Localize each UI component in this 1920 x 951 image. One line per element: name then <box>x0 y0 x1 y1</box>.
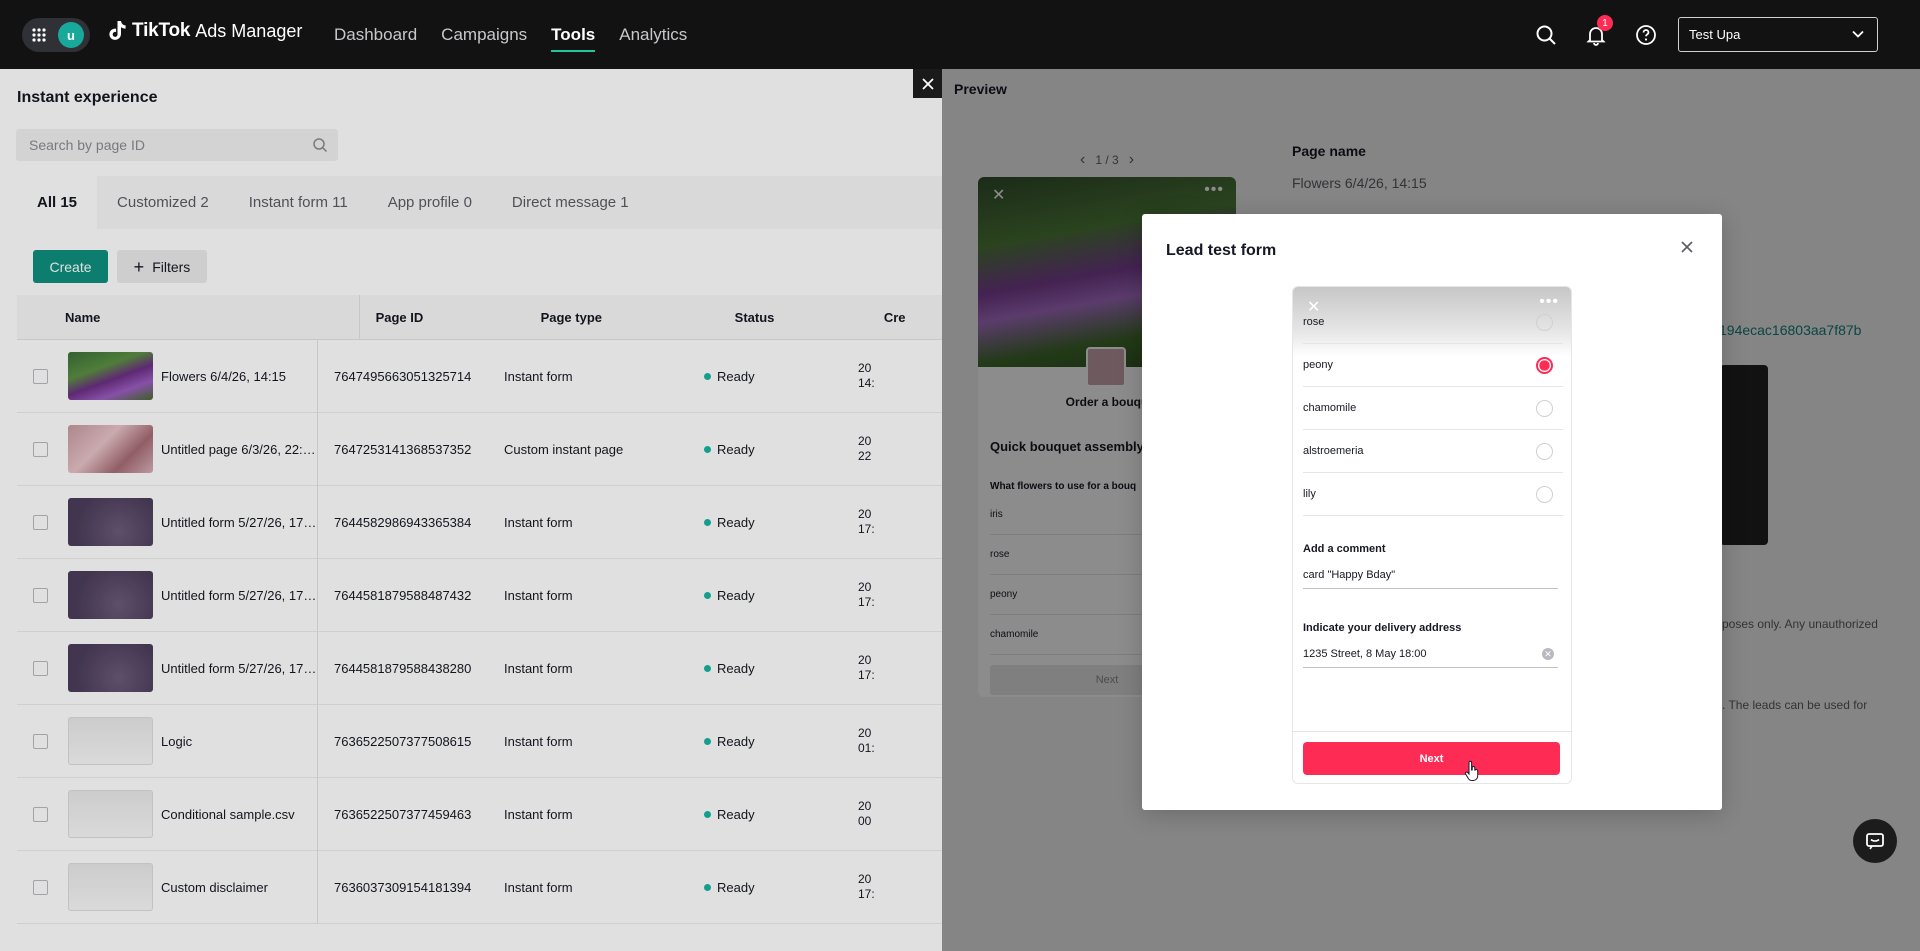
nav-dashboard[interactable]: Dashboard <box>334 0 417 69</box>
avatar[interactable]: u <box>58 22 84 48</box>
support-chat-button[interactable] <box>1853 819 1897 863</box>
address-label: Indicate your delivery address <box>1303 622 1462 634</box>
option-label: alstroemeria <box>1303 445 1364 457</box>
tiktok-logo-icon <box>109 21 126 40</box>
comment-label: Add a comment <box>1303 543 1386 555</box>
radio-button-checked[interactable] <box>1536 356 1553 374</box>
form-footer-divider <box>1293 731 1571 732</box>
comment-input[interactable]: card "Happy Bday" <box>1303 561 1558 589</box>
clear-icon[interactable]: ✕ <box>1542 648 1554 660</box>
search-icon[interactable] <box>1533 22 1559 48</box>
account-name: Test Upa <box>1689 27 1741 42</box>
close-panel-button[interactable] <box>913 69 942 98</box>
main-nav: Dashboard Campaigns Tools Analytics <box>334 0 711 69</box>
app-switcher[interactable]: u <box>22 18 90 52</box>
address-input[interactable]: 1235 Street, 8 May 18:00 ✕ <box>1303 640 1558 668</box>
option-label: chamomile <box>1303 402 1357 414</box>
radio-button[interactable] <box>1536 313 1553 331</box>
option-alstroemeria[interactable]: alstroemeria <box>1303 430 1563 473</box>
bell-icon[interactable]: 1 <box>1583 15 1613 48</box>
nav-campaigns[interactable]: Campaigns <box>441 0 527 69</box>
account-selector[interactable]: Test Upa <box>1678 17 1878 52</box>
next-button[interactable]: Next <box>1303 742 1560 775</box>
brand-name: TikTok <box>132 20 191 41</box>
help-icon[interactable] <box>1633 22 1659 48</box>
notification-badge: 1 <box>1597 15 1613 31</box>
option-label: lily <box>1303 488 1316 500</box>
radio-button[interactable] <box>1536 485 1553 503</box>
lead-test-form-modal: Lead test form ✕ ••• rose peony chamomil… <box>1142 214 1722 810</box>
option-chamomile[interactable]: chamomile <box>1303 387 1563 430</box>
option-label: rose <box>1303 316 1325 328</box>
close-icon <box>921 77 934 90</box>
hand-cursor-icon <box>1464 760 1479 781</box>
option-peony[interactable]: peony <box>1303 344 1563 387</box>
chat-icon <box>1866 833 1884 850</box>
brand-subtitle: Ads Manager <box>195 20 303 41</box>
form-phone-frame: ✕ ••• rose peony chamomile alstroemeria … <box>1292 286 1572 784</box>
top-navigation-bar: u TikTok Ads Manager Dashboard Campaigns… <box>0 0 1920 69</box>
comment-value: card "Happy Bday" <box>1303 568 1396 581</box>
option-rose[interactable]: rose <box>1303 301 1563 344</box>
radio-button[interactable] <box>1536 442 1553 460</box>
apps-grid-icon[interactable] <box>22 18 56 52</box>
radio-button[interactable] <box>1536 399 1553 417</box>
tiktok-ads-manager-logo[interactable]: TikTok Ads Manager <box>108 20 302 42</box>
address-value: 1235 Street, 8 May 18:00 <box>1303 647 1427 660</box>
close-icon[interactable] <box>1678 238 1696 256</box>
option-lily[interactable]: lily <box>1303 473 1563 516</box>
modal-title: Lead test form <box>1166 242 1277 259</box>
chevron-down-icon <box>1852 30 1864 38</box>
nav-tools[interactable]: Tools <box>551 0 596 69</box>
nav-analytics[interactable]: Analytics <box>619 0 687 69</box>
left-panel-dim-overlay <box>0 69 942 951</box>
option-label: peony <box>1303 359 1333 371</box>
